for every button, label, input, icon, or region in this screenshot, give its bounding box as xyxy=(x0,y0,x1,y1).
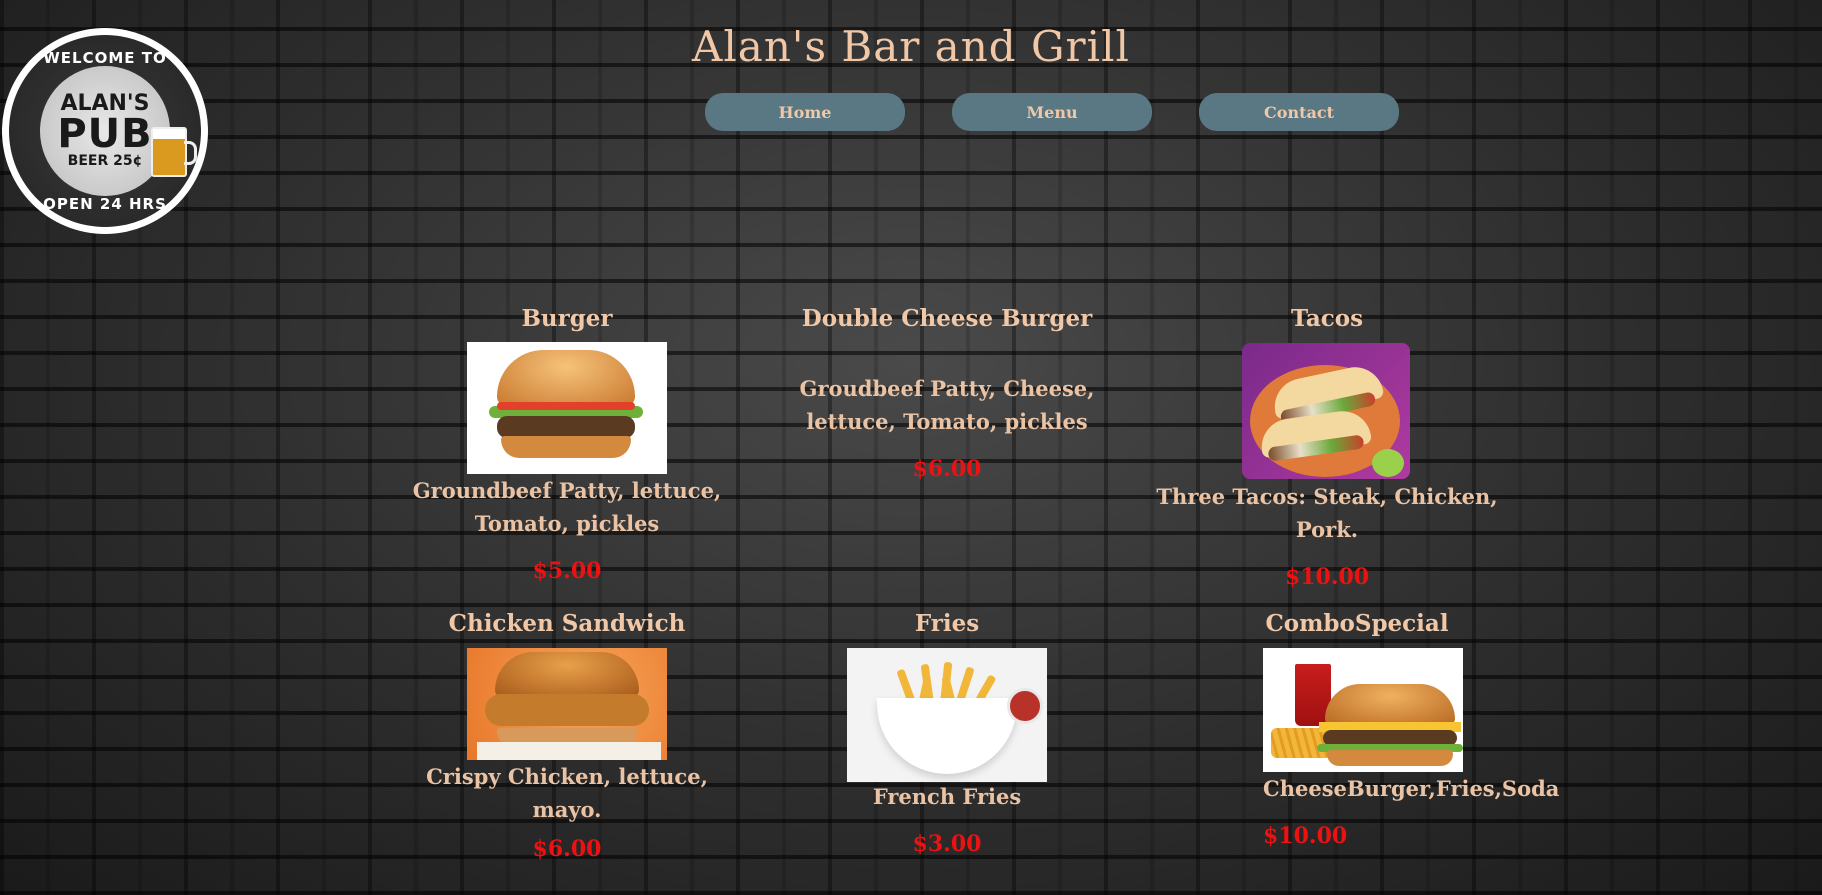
nav-home-button[interactable]: Home xyxy=(705,93,905,131)
nav-contact-button[interactable]: Contact xyxy=(1199,93,1399,131)
chicken-sandwich-image xyxy=(467,648,667,760)
burger-image xyxy=(467,342,667,474)
item-price: $5.00 xyxy=(532,558,602,584)
item-description: Crispy Chicken, lettuce, mayo. xyxy=(426,764,708,822)
site-title: Alan's Bar and Grill xyxy=(692,22,1130,71)
combo-special-image xyxy=(1263,648,1463,772)
item-name: Chicken Sandwich xyxy=(448,610,686,637)
item-price: $6.00 xyxy=(532,836,602,862)
menu-item-burger-details: Groundbeef Patty, lettuce, Tomato, pickl… xyxy=(392,474,742,586)
item-description: French Fries xyxy=(872,784,1022,809)
logo-bottom-text: OPEN 24 HRS xyxy=(43,195,167,213)
item-name: ComboSpecial xyxy=(1265,610,1449,637)
nav-menu-button[interactable]: Menu xyxy=(952,93,1152,131)
menu-item-chicken-sandwich-details: Crispy Chicken, lettuce, mayo. $6.00 xyxy=(392,760,742,864)
item-price: $10.00 xyxy=(1284,564,1370,590)
menu-item-combo-special: ComboSpecial xyxy=(1262,609,1452,639)
item-name: Fries xyxy=(914,610,980,637)
logo-line-2: PUB xyxy=(57,111,153,157)
item-name: Double Cheese Burger xyxy=(801,305,1093,332)
menu-item-tacos-details: Three Tacos: Steak, Chicken, Pork. $10.0… xyxy=(1152,480,1502,592)
tacos-image xyxy=(1242,343,1410,479)
logo-line-3: BEER 25¢ xyxy=(67,153,143,169)
item-price: $6.00 xyxy=(912,456,982,482)
menu-item-chicken-sandwich: Chicken Sandwich xyxy=(392,609,742,639)
menu-item-tacos: Tacos xyxy=(1152,304,1502,334)
item-description: Groudbeef Patty, Cheese, lettuce, Tomato… xyxy=(799,376,1095,434)
item-name: Burger xyxy=(521,305,613,332)
fries-image xyxy=(847,648,1047,782)
item-description: Three Tacos: Steak, Chicken, Pork. xyxy=(1156,484,1498,542)
item-description: Groundbeef Patty, lettuce, Tomato, pickl… xyxy=(412,478,722,536)
menu-item-fries-details: French Fries $3.00 xyxy=(772,780,1122,859)
menu-item-combo-special-details: CheeseBurger,Fries,Soda $10.00 xyxy=(1263,772,1663,851)
item-name: Tacos xyxy=(1290,305,1364,332)
menu-item-burger: Burger xyxy=(392,304,742,334)
item-price: $10.00 xyxy=(1263,823,1348,849)
menu-item-double-cheese-burger: Double Cheese Burger Groudbeef Patty, Ch… xyxy=(772,304,1122,484)
beer-mug-icon xyxy=(151,127,197,177)
item-price: $3.00 xyxy=(912,831,982,857)
main-nav: Home Menu Contact xyxy=(705,93,1399,131)
item-description: CheeseBurger,Fries,Soda xyxy=(1263,776,1560,801)
menu-item-fries: Fries xyxy=(772,609,1122,639)
